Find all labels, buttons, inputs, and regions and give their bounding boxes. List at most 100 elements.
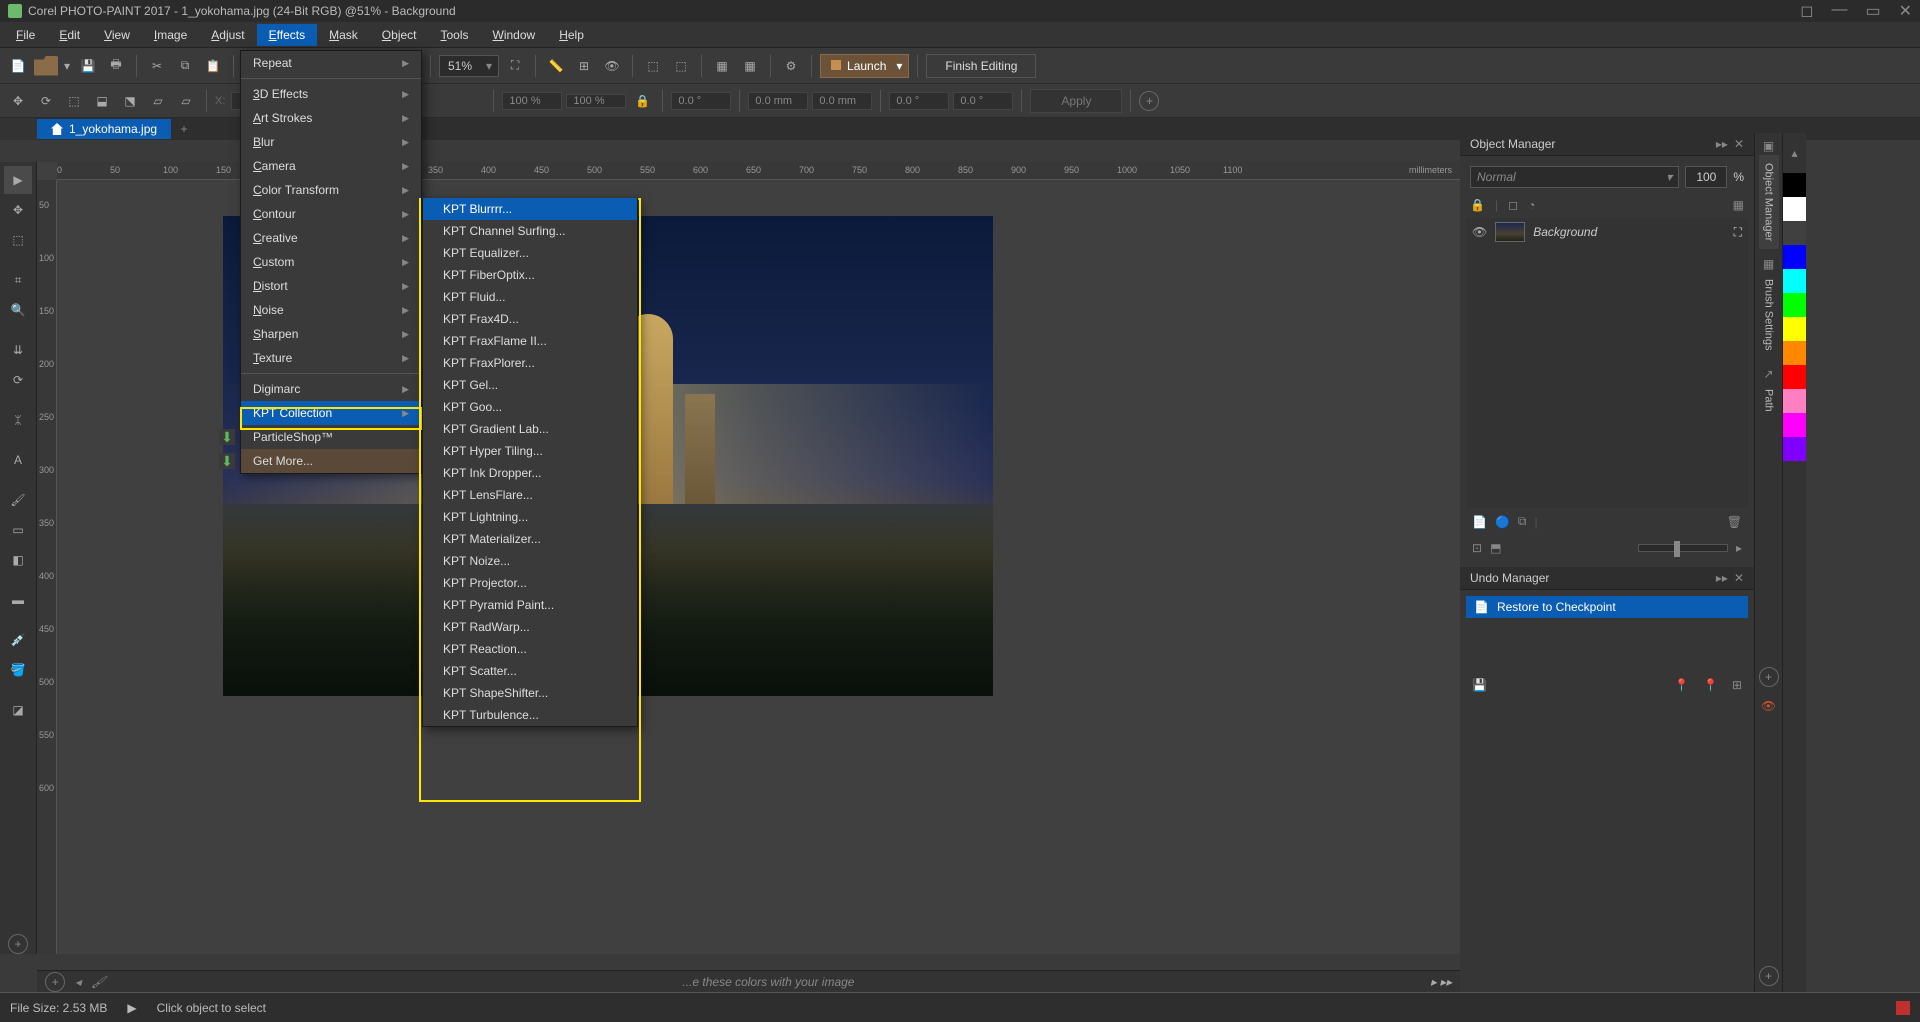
color-swatch[interactable]: [1783, 293, 1806, 317]
rectangle-tool[interactable]: ▭: [4, 516, 32, 544]
color-swatch[interactable]: [1783, 221, 1806, 245]
menu-edit[interactable]: Edit: [47, 24, 92, 46]
kpt-item[interactable]: KPT Lightning...: [423, 506, 637, 528]
side-tab-object-manager[interactable]: Object Manager: [1759, 155, 1779, 249]
close-docker-icon[interactable]: ▣: [1761, 137, 1776, 155]
menu-tools[interactable]: Tools: [429, 24, 481, 46]
color-swatch[interactable]: [1783, 341, 1806, 365]
rotation-input[interactable]: [671, 92, 731, 110]
document-tab[interactable]: 1_yokohama.jpg: [37, 119, 171, 139]
deg1-input[interactable]: [889, 92, 949, 110]
kpt-item[interactable]: KPT Reaction...: [423, 638, 637, 660]
width-pct-input[interactable]: [502, 92, 562, 110]
object-manager-title[interactable]: Object Manager ▸▸✕: [1460, 133, 1754, 156]
kpt-item[interactable]: KPT Projector...: [423, 572, 637, 594]
position-tool-icon[interactable]: ✥: [6, 89, 30, 113]
grid-icon[interactable]: ⊞: [572, 54, 596, 78]
pick-tool[interactable]: ▶: [4, 166, 32, 194]
kpt-item[interactable]: KPT Turbulence...: [423, 704, 637, 726]
play-icon[interactable]: ▶: [127, 1001, 136, 1015]
menu-mask[interactable]: Mask: [317, 24, 370, 46]
color-swatch[interactable]: [1783, 197, 1806, 221]
deg2-input[interactable]: [953, 92, 1013, 110]
align-icon[interactable]: ⊡: [1472, 541, 1482, 555]
panel-close-icon[interactable]: ✕: [1734, 137, 1744, 151]
color-swatch[interactable]: [1783, 413, 1806, 437]
menu-image[interactable]: Image: [142, 24, 199, 46]
cut-button[interactable]: ✂: [145, 54, 169, 78]
merge-mode-icon[interactable]: ◻: [1508, 198, 1518, 212]
clip-icon[interactable]: ◔: [1528, 198, 1535, 212]
rotate-tool-icon[interactable]: ⟳: [34, 89, 58, 113]
menu-view[interactable]: View: [92, 24, 142, 46]
effects-item-contour[interactable]: Contour▶: [241, 202, 421, 226]
color-indicator[interactable]: [1896, 1001, 1910, 1015]
launch-button[interactable]: Launch: [820, 54, 909, 78]
side-tab-brush-settings[interactable]: Brush Settings: [1759, 271, 1779, 359]
color-swatch[interactable]: [1783, 389, 1806, 413]
panel-flyout-icon[interactable]: ▸▸: [1716, 137, 1728, 151]
size-tool-icon[interactable]: ⬓: [90, 89, 114, 113]
open-button[interactable]: [34, 56, 58, 76]
opacity-input[interactable]: [1685, 166, 1727, 188]
effects-item-blur[interactable]: Blur▶: [241, 130, 421, 154]
add-docker-icon[interactable]: +: [1759, 667, 1779, 687]
panel-close-icon[interactable]: ✕: [1734, 571, 1744, 585]
undo-history-item[interactable]: 📄 Restore to Checkpoint: [1466, 596, 1748, 618]
kpt-item[interactable]: KPT Gel...: [423, 374, 637, 396]
marker2-icon[interactable]: 📍: [1703, 678, 1718, 692]
kpt-item[interactable]: KPT Goo...: [423, 396, 637, 418]
eyedropper-tool[interactable]: 💉: [4, 626, 32, 654]
copy-button[interactable]: ⧉: [173, 54, 197, 78]
text-tool[interactable]: A: [4, 446, 32, 474]
visibility-eye-icon[interactable]: 👁: [1472, 225, 1487, 239]
kpt-item[interactable]: KPT Channel Surfing...: [423, 220, 637, 242]
color-swatch[interactable]: [1783, 437, 1806, 461]
add-docker2-icon[interactable]: +: [1759, 966, 1779, 986]
open-dropdown-icon[interactable]: ▾: [62, 54, 72, 78]
kpt-item[interactable]: KPT Gradient Lab...: [423, 418, 637, 440]
liquid-tool[interactable]: ᛯ: [4, 406, 32, 434]
save-state-icon[interactable]: 💾: [1472, 678, 1487, 692]
finish-editing-button[interactable]: Finish Editing: [926, 54, 1036, 78]
eye-docker-icon[interactable]: 👁: [1755, 693, 1782, 719]
effects-item-art-strokes[interactable]: Art Strokes▶: [241, 106, 421, 130]
maximize-button[interactable]: ▭: [1865, 1, 1880, 21]
save-button[interactable]: 💾: [76, 54, 100, 78]
scroll-left-icon[interactable]: ◂: [75, 975, 81, 989]
color-swatch-tool[interactable]: ◪: [4, 696, 32, 724]
kpt-item[interactable]: KPT Blurrrr...: [423, 198, 637, 220]
effects-item-digimarc[interactable]: Digimarc▶: [241, 377, 421, 401]
effects-item-3d-effects[interactable]: 3D Effects▶: [241, 82, 421, 106]
color-swatch[interactable]: [1783, 173, 1806, 197]
kpt-item[interactable]: KPT Frax4D...: [423, 308, 637, 330]
color-swatch[interactable]: [1783, 245, 1806, 269]
panel-flyout-icon[interactable]: ▸▸: [1716, 571, 1728, 585]
mask2-icon[interactable]: ▦: [738, 54, 762, 78]
color-swatch[interactable]: [1783, 317, 1806, 341]
path-docker-icon[interactable]: ↗: [1763, 367, 1773, 381]
menu-help[interactable]: Help: [547, 24, 596, 46]
order-icon[interactable]: ⬒: [1490, 541, 1501, 555]
transform-tool[interactable]: ✥: [4, 196, 32, 224]
apply-button[interactable]: Apply: [1030, 89, 1122, 113]
snap2-icon[interactable]: ⬚: [669, 54, 693, 78]
marker3-icon[interactable]: ⊞: [1732, 678, 1742, 692]
perspective-tool-icon[interactable]: ▱: [174, 89, 198, 113]
height-pct-input[interactable]: [566, 94, 626, 108]
add-preset-icon[interactable]: +: [1139, 91, 1159, 111]
kpt-item[interactable]: KPT FraxFlame II...: [423, 330, 637, 352]
kpt-item[interactable]: KPT Materializer...: [423, 528, 637, 550]
mask-icon[interactable]: ▦: [710, 54, 734, 78]
new-group-icon[interactable]: ⧉: [1518, 514, 1527, 529]
scroll-right-icon[interactable]: ▸ ▸▸: [1431, 975, 1452, 989]
opacity-slider[interactable]: [1638, 544, 1728, 552]
clone-tool[interactable]: ⇊: [4, 336, 32, 364]
crop-tool[interactable]: ⌗: [4, 266, 32, 294]
checker-icon[interactable]: ▦: [1733, 198, 1744, 212]
effects-item-get-more---[interactable]: ⬇Get More...: [241, 449, 421, 473]
effects-item-particleshop-[interactable]: ⬇ParticleShop™: [241, 425, 421, 449]
effects-item-noise[interactable]: Noise▶: [241, 298, 421, 322]
zoom-tool[interactable]: 🔍: [4, 296, 32, 324]
fill-tool[interactable]: 🪣: [4, 656, 32, 684]
